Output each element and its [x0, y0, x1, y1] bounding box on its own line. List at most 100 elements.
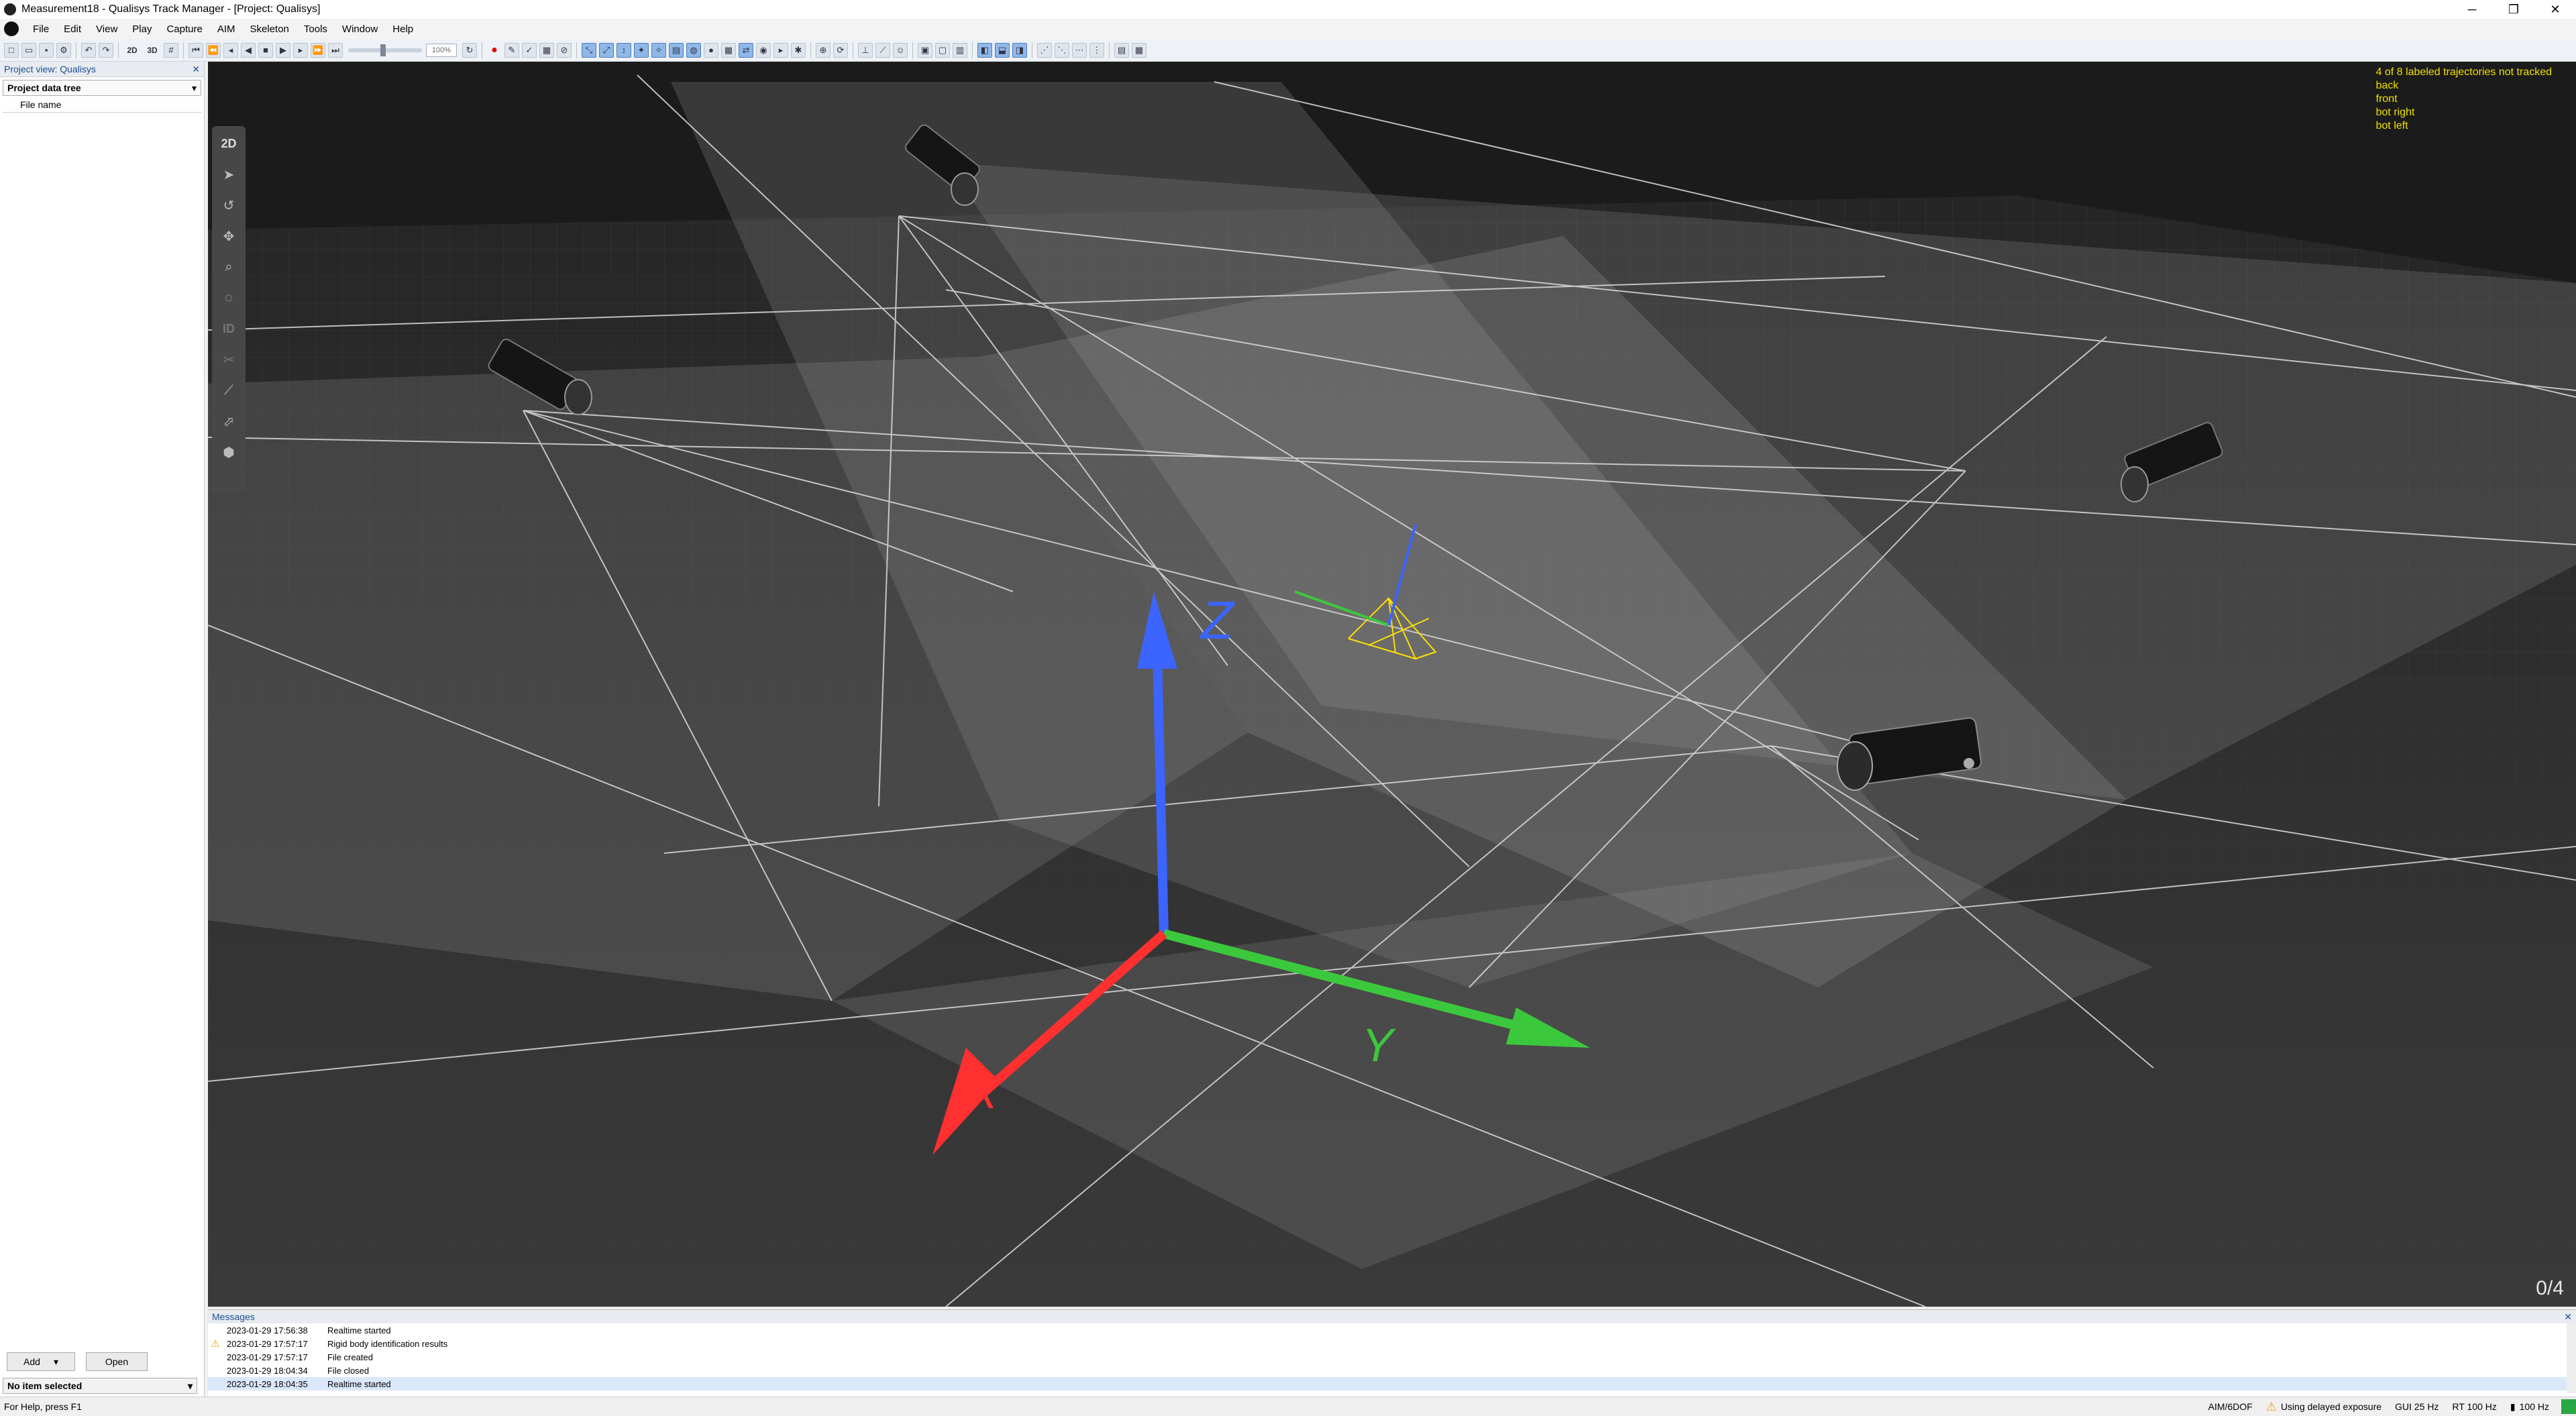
menu-edit[interactable]: Edit	[56, 23, 89, 35]
filter-3-icon[interactable]: ⋯	[1072, 42, 1087, 58]
identify-tool[interactable]: ID	[215, 315, 242, 342]
pin-icon[interactable]: ⊥	[858, 42, 873, 58]
settings-icon[interactable]: ⚙	[56, 42, 71, 58]
point-tool-icon[interactable]: ●	[704, 42, 718, 58]
filter-4-icon[interactable]: ⋮	[1089, 42, 1104, 58]
menu-tools[interactable]: Tools	[297, 23, 335, 35]
layout-1-icon[interactable]: ▣	[918, 42, 932, 58]
exposure-status: ⚠ Using delayed exposure	[2259, 1400, 2388, 1414]
open-folder-icon[interactable]: ▭	[21, 42, 36, 58]
redo-icon[interactable]: ↷	[99, 42, 113, 58]
selection-dropdown[interactable]: No item selected ▾	[3, 1378, 197, 1394]
skeleton-icon[interactable]: ✱	[791, 42, 806, 58]
save-icon[interactable]: ▪	[39, 42, 54, 58]
add-button[interactable]: Add ▾	[7, 1352, 75, 1371]
layout-3-icon[interactable]: ▥	[953, 42, 967, 58]
disabled-icon[interactable]: ⊘	[557, 42, 572, 58]
3d-viewport[interactable]: Z Y X 2D ➤ ↺ ✥ ⌕ ◌ ID ✂ ⟋ ⬀ ⬢ 4 of 8 lab…	[208, 62, 2576, 1307]
menu-play[interactable]: Play	[125, 23, 159, 35]
play-back-icon[interactable]: ◀	[241, 42, 256, 58]
grid-view-icon[interactable]: ▦	[721, 42, 736, 58]
qtm-logo-icon[interactable]	[4, 21, 19, 36]
3d-scene[interactable]: Z Y X	[208, 62, 2576, 1307]
undo-icon[interactable]: ↶	[81, 42, 96, 58]
menu-capture[interactable]: Capture	[159, 23, 209, 35]
video-icon[interactable]: ▸	[773, 42, 788, 58]
table-1-icon[interactable]: ▤	[1114, 42, 1129, 58]
menu-skeleton[interactable]: Skeleton	[243, 23, 297, 35]
trajectory-tool-1-icon[interactable]: ⤡	[582, 42, 596, 58]
view-2d-toggle[interactable]: 2D	[215, 130, 242, 157]
layout-2-icon[interactable]: ▢	[935, 42, 950, 58]
messages-scrollbar[interactable]	[2567, 1323, 2576, 1393]
playback-speed-slider[interactable]	[348, 44, 422, 56]
stop-icon[interactable]: ■	[258, 42, 273, 58]
wand-icon[interactable]: ⟋	[875, 42, 890, 58]
bone-icon[interactable]: ⟋	[215, 377, 242, 404]
message-row[interactable]: ⚠ 2023-01-29 17:57:17 Rigid body identif…	[208, 1337, 2576, 1350]
step-forward-icon[interactable]: ▸	[293, 42, 308, 58]
rewind-icon[interactable]: ⏪	[206, 42, 221, 58]
message-row[interactable]: 2023-01-29 18:04:34 File closed	[208, 1364, 2576, 1377]
speed-input[interactable]: 100%	[426, 43, 457, 57]
filter-2-icon[interactable]: ⋱	[1055, 42, 1069, 58]
wrench-icon[interactable]: ✎	[504, 42, 519, 58]
close-messages-button[interactable]: ✕	[2564, 1311, 2572, 1323]
message-row[interactable]: 2023-01-29 18:04:35 Realtime started	[208, 1377, 2576, 1391]
move-icon[interactable]: ✥	[215, 223, 242, 250]
panel-bottom-icon[interactable]: ⬓	[995, 42, 1010, 58]
open-button[interactable]: Open	[86, 1352, 148, 1371]
cursor-icon[interactable]: ➤	[215, 161, 242, 188]
refresh-icon[interactable]: ⟳	[833, 42, 848, 58]
menu-view[interactable]: View	[89, 23, 125, 35]
calibrate-icon[interactable]: ▦	[539, 42, 554, 58]
message-row[interactable]: 2023-01-29 17:56:38 Realtime started	[208, 1323, 2576, 1337]
crosshair-icon[interactable]: ⊕	[816, 42, 830, 58]
loop-icon[interactable]: ↻	[462, 42, 477, 58]
first-frame-icon[interactable]: ⏮	[189, 42, 203, 58]
globe-tool-icon[interactable]: ◍	[686, 42, 701, 58]
message-timestamp: 2023-01-29 17:56:38	[227, 1325, 308, 1336]
zoom-icon[interactable]: ⌕	[215, 254, 242, 280]
file-name-column-header[interactable]: File name	[3, 97, 201, 113]
message-list[interactable]: 2023-01-29 17:56:38 Realtime started ⚠ 2…	[208, 1323, 2576, 1393]
restore-button[interactable]: ❐	[2493, 0, 2534, 19]
minimize-button[interactable]: ─	[2451, 0, 2493, 19]
trajectory-label: back	[2375, 80, 2399, 91]
close-window-button[interactable]: ✕	[2534, 0, 2576, 19]
message-row[interactable]: 2023-01-29 17:57:17 File created	[208, 1350, 2576, 1364]
person-icon[interactable]: ☺	[893, 42, 908, 58]
cube-icon[interactable]: ⬢	[215, 439, 242, 466]
menu-help[interactable]: Help	[385, 23, 421, 35]
new-file-icon[interactable]: □	[4, 42, 19, 58]
table-2-icon[interactable]: ▦	[1132, 42, 1146, 58]
panel-left-icon[interactable]: ◧	[977, 42, 992, 58]
filter-1-icon[interactable]: ⋰	[1037, 42, 1052, 58]
last-frame-icon[interactable]: ⏭	[328, 42, 343, 58]
menu-aim[interactable]: AIM	[210, 23, 243, 35]
rotate-icon[interactable]: ↺	[215, 192, 242, 219]
step-back-icon[interactable]: ◂	[223, 42, 238, 58]
menu-file[interactable]: File	[25, 23, 56, 35]
menu-window[interactable]: Window	[335, 23, 385, 35]
trajectory-tool-2-icon[interactable]: ⤢	[599, 42, 614, 58]
play-icon[interactable]: ▶	[276, 42, 290, 58]
marker-icon[interactable]: ✓	[522, 42, 537, 58]
table-view-icon[interactable]: #	[164, 42, 178, 58]
trajectory-tool-3-icon[interactable]: ↕	[616, 42, 631, 58]
fast-forward-icon[interactable]: ⏩	[311, 42, 325, 58]
project-data-dropdown[interactable]: Project data tree ▾	[3, 80, 201, 96]
record-icon[interactable]: ●	[487, 43, 502, 58]
camera-view-icon[interactable]: ◉	[756, 42, 771, 58]
close-panel-button[interactable]: ✕	[192, 64, 200, 75]
panel-right-icon[interactable]: ◨	[1012, 42, 1027, 58]
view-3d-button[interactable]: 3D	[144, 43, 161, 58]
trajectory-tool-5-icon[interactable]: ✧	[651, 42, 666, 58]
select-icon[interactable]: ⬀	[215, 408, 242, 435]
link-tool-icon[interactable]: ⇄	[739, 42, 753, 58]
orbit-icon[interactable]: ◌	[215, 284, 242, 311]
trajectory-tool-4-icon[interactable]: ✦	[634, 42, 649, 58]
cut-icon[interactable]: ✂	[215, 346, 242, 373]
grid-tool-icon[interactable]: ▤	[669, 42, 684, 58]
view-2d-button[interactable]: 2D	[123, 43, 141, 58]
